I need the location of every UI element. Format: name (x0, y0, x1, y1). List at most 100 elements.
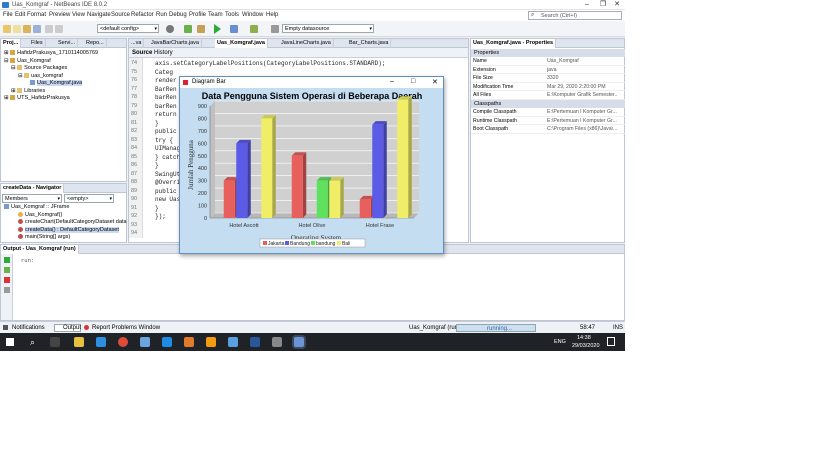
clean-build-icon[interactable] (197, 25, 205, 33)
tab-editor-file[interactable]: JavaLineCharts.java (279, 39, 334, 48)
collapse-icon[interactable]: ⊟ (4, 58, 9, 64)
new-project-icon[interactable] (3, 25, 11, 33)
property-row[interactable]: Extension java (471, 66, 625, 74)
clock-time[interactable]: 14:38 (577, 335, 591, 341)
app-icon[interactable] (140, 337, 150, 347)
navigator-item[interactable]: createData() : DefaultCategoryDataset (4, 226, 127, 235)
java-icon[interactable] (184, 337, 194, 347)
windows-start-icon[interactable] (6, 338, 14, 346)
property-row[interactable]: All Files E:\Komputer Grafik Semester... (471, 91, 625, 100)
save-all-icon[interactable] (33, 25, 41, 33)
filter-select[interactable]: <empty> ▾ (64, 194, 114, 203)
tree-item-project[interactable]: ⊟ Uas_Komgraf (4, 58, 98, 66)
menu-help[interactable]: Help (266, 12, 278, 18)
tree-item-project[interactable]: ⊞ UTS_HafidzPrakusya (4, 95, 98, 103)
word-icon[interactable] (250, 337, 260, 347)
tab-editor-file[interactable]: Bar_Charts.java (347, 39, 392, 48)
tree-item-folder[interactable]: ⊟ Source Packages (4, 65, 98, 73)
collapse-icon[interactable]: ⊟ (18, 73, 23, 79)
tab-source[interactable]: Source (132, 50, 152, 56)
search-input[interactable]: ⌕ Search (Ctrl+I) (528, 11, 622, 20)
clear-icon[interactable] (4, 287, 10, 293)
navigator-item[interactable]: createChart(DefaultCategoryDataset data (4, 219, 127, 227)
rerun-icon[interactable] (4, 257, 10, 263)
rerun-different-icon[interactable] (4, 267, 10, 273)
members-select[interactable]: Members ▾ (2, 194, 62, 203)
menu-tools[interactable]: Tools (225, 12, 239, 18)
tab-services[interactable]: Servi... (56, 39, 79, 48)
tree-item-package[interactable]: ⊟ uas_komgraf (4, 73, 98, 81)
maximize-button[interactable]: □ (411, 78, 415, 85)
navigator-item[interactable]: Uas_Komgraf() (4, 212, 127, 220)
tab-editor-file[interactable]: ...va (129, 39, 145, 48)
property-row[interactable]: File Size 3320 (471, 74, 625, 83)
tab-files[interactable]: Files (29, 39, 46, 48)
maximize-button[interactable]: ❐ (596, 1, 610, 9)
navigator-item[interactable]: Uas_Komgraf :: JFrame (4, 204, 127, 212)
menu-run[interactable]: Run (156, 12, 167, 18)
tab-editor-file[interactable]: Uas_Komgraf.java (215, 39, 268, 48)
menu-team[interactable]: Team (208, 12, 223, 18)
collapse-icon[interactable]: ⊟ (11, 65, 16, 71)
clock-date[interactable]: 29/03/2020 (572, 343, 600, 349)
menu-navigate[interactable]: Navigate (87, 12, 111, 18)
close-button[interactable]: ✕ (610, 1, 624, 9)
menu-preview[interactable]: Preview (49, 12, 70, 18)
tree-item-project[interactable]: ⊞ HafidzPrakusya_1710114005769 (4, 50, 98, 58)
property-row[interactable]: Name Uas_Komgraf (471, 57, 625, 66)
property-row[interactable]: Modification Time Mar 29, 2020 2:20:00 PM (471, 83, 625, 91)
menu-window[interactable]: Window (242, 12, 263, 18)
config-select[interactable]: <default config> ▾ (97, 24, 159, 33)
property-row[interactable]: Boot Classpath C:\Program Files (x86)\Jav… (471, 125, 625, 134)
property-row[interactable]: Compile Classpath E:\Pertemuan I Komputer… (471, 108, 625, 117)
menu-view[interactable]: View (72, 12, 85, 18)
open-project-icon[interactable] (23, 25, 31, 33)
settings-icon[interactable] (166, 25, 174, 33)
undo-icon[interactable] (45, 25, 53, 33)
task-view-icon[interactable] (50, 337, 60, 347)
profile-icon[interactable] (250, 25, 258, 33)
classpaths-group[interactable]: Classpaths (471, 100, 625, 108)
build-icon[interactable] (184, 25, 192, 33)
menu-profile[interactable]: Profile (189, 12, 206, 18)
vlc-icon[interactable] (206, 337, 216, 347)
file-explorer-icon[interactable] (74, 337, 84, 347)
expand-icon[interactable]: ⊞ (4, 50, 9, 56)
properties-group[interactable]: Properties (471, 49, 625, 57)
menu-refactor[interactable]: Refactor (131, 12, 154, 18)
tab-repository[interactable]: Repo... (84, 39, 107, 48)
edge-icon[interactable] (162, 337, 172, 347)
tab-editor-file[interactable]: JavaBarCharts.java (149, 39, 202, 48)
menu-file[interactable]: File (3, 12, 13, 18)
menu-debug[interactable]: Debug (169, 12, 187, 18)
app-icon[interactable] (272, 337, 282, 347)
output-tab[interactable]: Output (63, 325, 81, 331)
action-center-icon[interactable] (607, 337, 615, 346)
property-row[interactable]: Runtime Classpath E:\Pertemuan I Komputer… (471, 117, 625, 125)
tree-item-file[interactable]: Uas_Komgraf.java (4, 80, 98, 88)
minimize-button[interactable]: – (390, 78, 394, 85)
debug-icon[interactable] (230, 25, 238, 33)
expand-icon[interactable]: ⊞ (4, 95, 9, 101)
store-icon[interactable] (96, 337, 106, 347)
language-indicator[interactable]: ENG (554, 339, 566, 345)
tree-item-folder[interactable]: ⊞ Libraries (4, 88, 98, 96)
search-icon[interactable]: ⌕ (30, 337, 35, 348)
stop-icon[interactable] (4, 277, 10, 283)
notifications-tab[interactable]: Notifications (12, 325, 45, 331)
netbeans-taskbar-icon[interactable] (294, 337, 304, 347)
close-button[interactable]: ✕ (432, 78, 438, 86)
datasource-select[interactable]: Empty datasource ▾ (282, 24, 374, 33)
tab-history[interactable]: History (154, 50, 173, 56)
expand-icon[interactable]: ⊞ (11, 88, 16, 94)
run-icon[interactable] (214, 24, 221, 34)
report-problems-tab[interactable]: Report Problems Window (92, 325, 160, 331)
menu-edit[interactable]: Edit (15, 12, 25, 18)
redo-icon[interactable] (55, 25, 63, 33)
app-icon[interactable] (228, 337, 238, 347)
chrome-icon[interactable] (118, 337, 128, 347)
tab-projects[interactable]: Proj... (1, 39, 22, 48)
navigator-item[interactable]: main(String[] args) (4, 234, 127, 242)
menu-source[interactable]: Source (111, 12, 130, 18)
minimize-button[interactable]: – (580, 1, 594, 9)
